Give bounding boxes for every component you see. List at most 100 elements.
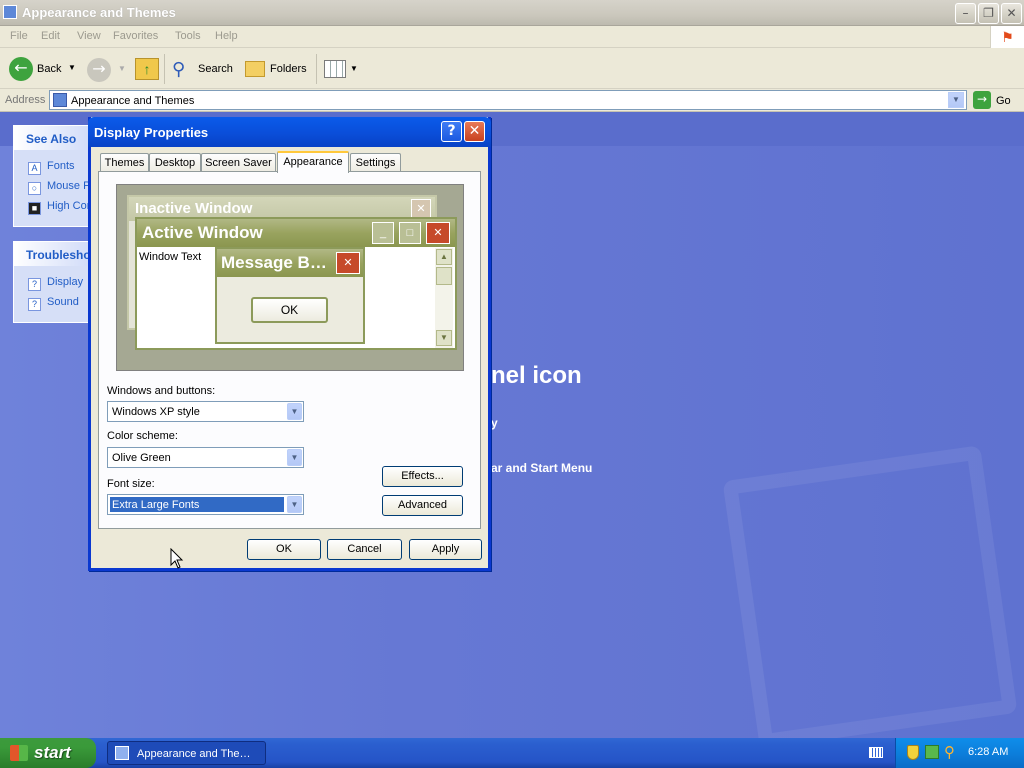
preview-window-text: Window Text: [139, 251, 202, 263]
tab-settings[interactable]: Settings: [350, 153, 401, 173]
chevron-down-icon: ▼: [118, 64, 126, 73]
folders-button[interactable]: Folders: [243, 56, 313, 82]
mouse-icon: ○: [28, 182, 41, 195]
search-label: Search: [198, 63, 233, 75]
control-panel-icon: [53, 93, 67, 107]
preview-message-title: Message B…: [221, 253, 327, 272]
mouse-cursor-icon: [170, 548, 184, 569]
toolbar-separator: [164, 54, 165, 84]
tab-desktop[interactable]: Desktop: [149, 153, 201, 173]
dialog-title-bar[interactable]: Display Properties ? ✕: [88, 117, 491, 147]
views-grid-icon: [324, 60, 346, 78]
color-scheme-label: Color scheme:: [107, 430, 178, 442]
display-properties-dialog: Display Properties ? ✕ Themes Desktop Sc…: [88, 117, 491, 571]
preview-maximize-icon: □: [399, 222, 421, 244]
effects-button[interactable]: Effects...: [382, 466, 463, 487]
address-field[interactable]: Appearance and Themes ▼: [49, 90, 967, 110]
chevron-down-icon: ▼: [68, 63, 76, 72]
help-icon: ?: [28, 298, 41, 311]
tab-screen-saver[interactable]: Screen Saver: [201, 153, 276, 173]
font-size-select[interactable]: Extra Large Fonts ▼: [107, 494, 304, 515]
back-arrow-icon: ←: [9, 57, 33, 81]
search-icon: ⚲: [172, 59, 186, 80]
preview-message-close-icon: ✕: [336, 252, 360, 274]
folders-label: Folders: [270, 63, 307, 75]
category-link-taskbar[interactable]: ar and Start Menu: [491, 461, 592, 475]
start-label: start: [34, 743, 71, 762]
preview-active-window: Active Window _ □ ✕ Window Text ▲ ▼ Mess…: [135, 217, 457, 350]
appearance-preview: Inactive Window ✕ Active Window _ □ ✕ Wi…: [116, 184, 464, 371]
color-scheme-select[interactable]: Olive Green ▼: [107, 447, 304, 468]
restore-button[interactable]: ❐: [978, 3, 999, 24]
tab-themes[interactable]: Themes: [100, 153, 149, 173]
search-button[interactable]: ⚲ Search: [170, 56, 236, 82]
preview-minimize-icon: _: [372, 222, 394, 244]
menu-help[interactable]: Help: [215, 30, 238, 42]
menu-edit[interactable]: Edit: [41, 30, 60, 42]
windows-buttons-label: Windows and buttons:: [107, 385, 216, 397]
keyboard-icon[interactable]: [869, 747, 883, 758]
appearance-tab-panel: Inactive Window ✕ Active Window _ □ ✕ Wi…: [98, 171, 481, 529]
address-label: Address: [5, 94, 46, 106]
font-size-value: Extra Large Fonts: [110, 497, 284, 512]
preview-scroll-thumb: [436, 267, 452, 285]
tab-appearance[interactable]: Appearance: [277, 151, 349, 173]
back-button[interactable]: ← Back ▼: [6, 56, 78, 82]
go-button[interactable]: → Go: [971, 90, 1021, 110]
start-button[interactable]: start: [0, 738, 96, 768]
font-size-label: Font size:: [107, 478, 155, 490]
address-bar: Address Appearance and Themes ▼ → Go: [0, 89, 1024, 112]
preview-scroll-up-icon: ▲: [436, 249, 452, 265]
go-arrow-icon: →: [973, 91, 991, 109]
views-button[interactable]: ▼: [322, 58, 358, 80]
control-panel-icon: [115, 746, 129, 760]
chevron-down-icon: ▼: [287, 449, 302, 466]
minimize-button[interactable]: –: [955, 3, 976, 24]
windows-logo-icon: ⚑: [990, 26, 1024, 48]
network-icon[interactable]: [925, 745, 939, 759]
taskbar: start Appearance and The… ⚲ 6:28 AM: [0, 738, 1024, 768]
menu-file[interactable]: File: [10, 30, 28, 42]
taskbar-task-label: Appearance and The…: [137, 748, 251, 760]
windows-buttons-select[interactable]: Windows XP style ▼: [107, 401, 304, 422]
standard-toolbar: ← Back ▼ → ▼ ↑ ⚲ Search Folders ▼: [0, 48, 1024, 89]
help-button[interactable]: ?: [441, 121, 462, 142]
preview-inactive-title: Inactive Window: [135, 200, 253, 217]
preview-message-box: Message B… ✕ OK: [215, 247, 365, 344]
folder-icon: [3, 5, 17, 19]
address-value: Appearance and Themes: [71, 95, 195, 107]
toolbar-separator: [316, 54, 317, 84]
folders-icon: [245, 61, 265, 77]
search-icon[interactable]: ⚲: [944, 743, 955, 761]
menu-view[interactable]: View: [77, 30, 101, 42]
chevron-down-icon: ▼: [287, 496, 302, 513]
color-scheme-value: Olive Green: [112, 452, 171, 464]
dialog-title: Display Properties: [94, 125, 209, 140]
preview-scrollbar: ▲ ▼: [435, 248, 453, 348]
apply-button[interactable]: Apply: [409, 539, 482, 560]
windows-flag-icon: [10, 745, 28, 761]
help-icon: ?: [28, 278, 41, 291]
advanced-button[interactable]: Advanced: [382, 495, 463, 516]
close-button[interactable]: ✕: [1001, 3, 1022, 24]
cancel-button[interactable]: Cancel: [327, 539, 402, 560]
fonts-icon: A: [28, 162, 41, 175]
chevron-down-icon: ▼: [350, 64, 358, 73]
ok-button[interactable]: OK: [247, 539, 321, 560]
preview-active-title: Active Window: [142, 223, 263, 242]
category-link-1[interactable]: y: [491, 416, 498, 430]
preview-inactive-close-icon: ✕: [411, 199, 431, 219]
forward-arrow-icon[interactable]: →: [87, 58, 111, 82]
menu-favorites[interactable]: Favorites: [113, 30, 158, 42]
up-folder-icon[interactable]: ↑: [135, 58, 159, 80]
taskbar-task-appearance[interactable]: Appearance and The…: [107, 741, 266, 765]
address-dropdown-button[interactable]: ▼: [948, 92, 964, 108]
watermark-checkmark-icon: [722, 445, 1018, 749]
preview-close-icon: ✕: [426, 222, 450, 244]
window-title: Appearance and Themes: [22, 5, 176, 20]
windows-buttons-value: Windows XP style: [112, 406, 200, 418]
explorer-title-bar[interactable]: Appearance and Themes – ❐ ✕: [0, 0, 1024, 26]
menu-tools[interactable]: Tools: [175, 30, 201, 42]
security-shield-icon[interactable]: [907, 745, 919, 760]
close-button[interactable]: ✕: [464, 121, 485, 142]
